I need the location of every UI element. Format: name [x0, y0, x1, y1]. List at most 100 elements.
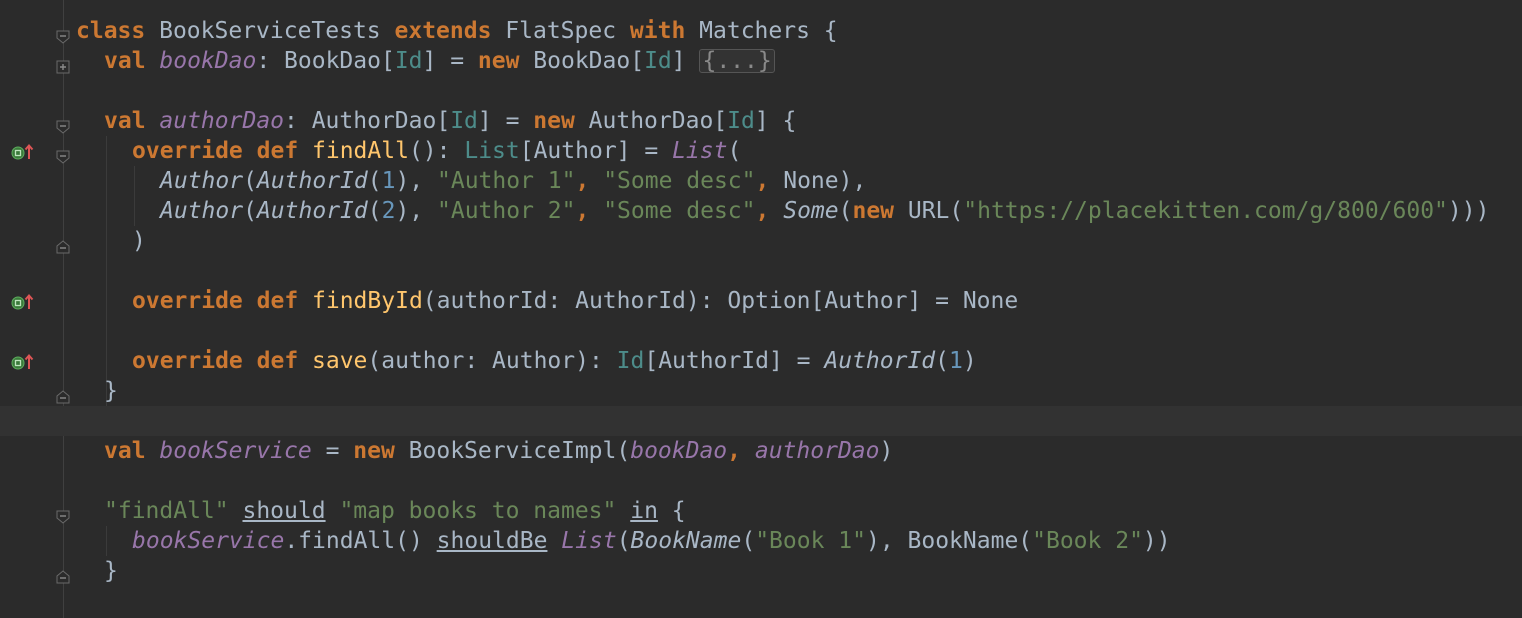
code-token: save: [312, 348, 368, 374]
code-token: val: [104, 438, 160, 464]
code-token: override def: [132, 138, 313, 164]
code-line[interactable]: override def findAll(): List[Author] = L…: [132, 136, 741, 166]
code-token: ),: [395, 198, 437, 224]
code-token: ))): [1447, 198, 1490, 224]
code-token: ] {: [754, 108, 797, 134]
code-token: "Author 2": [437, 198, 576, 224]
code-token: List: [672, 138, 728, 164]
code-token: ():: [408, 138, 465, 164]
code-token: ]: [671, 48, 700, 74]
fold-end-icon[interactable]: [56, 234, 70, 254]
code-token: findAll: [312, 138, 409, 164]
code-token: : BookDao[: [256, 48, 395, 74]
code-token: (: [243, 168, 257, 194]
fold-collapse-icon[interactable]: [56, 114, 70, 134]
code-token: (: [367, 198, 382, 224]
code-token: ): [879, 438, 894, 464]
code-token: ): [132, 228, 146, 254]
code-token: "Some desc": [603, 168, 756, 194]
code-line[interactable]: Author(AuthorId(1), "Author 1", "Some de…: [160, 166, 866, 196]
code-token: "https://placekitten.com/g/800/600": [963, 198, 1448, 224]
code-token: class: [76, 18, 160, 44]
code-line[interactable]: val bookDao: BookDao[Id] = new BookDao[I…: [104, 46, 775, 76]
code-line[interactable]: override def save(author: Author): Id[Au…: [132, 346, 977, 376]
code-token: Id: [616, 348, 645, 374]
code-token: (: [243, 198, 257, 224]
code-token: bookService: [132, 528, 285, 554]
code-token: AuthorDao[: [588, 108, 728, 134]
code-token: val: [104, 108, 160, 134]
code-token: 2: [381, 198, 396, 224]
indent-guide: [106, 526, 107, 556]
fold-guide-line: [63, 0, 64, 618]
code-line[interactable]: "findAll" should "map books to names" in…: [104, 496, 686, 526]
code-token: should: [242, 498, 326, 524]
code-token: 1: [949, 348, 963, 374]
fold-end-icon[interactable]: [56, 384, 70, 404]
code-token: {: [657, 498, 686, 524]
code-token: (authorId: AuthorId): Option[Author] = N…: [422, 288, 1019, 314]
indent-guide: [106, 136, 107, 406]
code-token: [AuthorId] =: [644, 348, 825, 374]
code-token: "Author 1": [437, 168, 576, 194]
fold-collapse-icon[interactable]: [56, 144, 70, 164]
code-line[interactable]: val bookService = new BookServiceImpl(bo…: [104, 436, 893, 466]
code-token: ,: [575, 168, 604, 194]
override-marker-icon[interactable]: [10, 292, 36, 314]
code-token: Id: [727, 108, 755, 134]
code-token: ,: [575, 198, 604, 224]
code-token: }: [104, 558, 118, 584]
fold-collapse-icon[interactable]: [56, 24, 70, 44]
code-line[interactable]: ): [132, 226, 146, 256]
code-line[interactable]: override def findById(authorId: AuthorId…: [132, 286, 1018, 316]
code-token: (: [367, 168, 382, 194]
code-token: authorDao: [159, 108, 285, 134]
code-token: Matchers {: [699, 18, 838, 44]
code-token: (: [741, 528, 756, 554]
code-token: ,: [755, 198, 784, 224]
code-token: (: [838, 198, 853, 224]
code-token: List: [464, 138, 520, 164]
code-line[interactable]: class BookServiceTests extends FlatSpec …: [76, 16, 838, 46]
code-token: BookDao[: [533, 48, 645, 74]
code-token: BookServiceImpl(: [408, 438, 631, 464]
code-token: ,: [727, 438, 755, 464]
code-token: new: [477, 48, 534, 74]
code-line[interactable]: bookService.findAll() shouldBe List(Book…: [132, 526, 1171, 556]
code-token: .findAll(): [284, 528, 437, 554]
code-token: val: [104, 48, 160, 74]
fold-collapse-icon[interactable]: [56, 504, 70, 524]
code-editor[interactable]: class BookServiceTests extends FlatSpec …: [76, 0, 1522, 618]
code-token: : AuthorDao[: [284, 108, 451, 134]
fold-expand-icon[interactable]: [56, 54, 70, 74]
indent-guide: [134, 166, 135, 226]
code-token: 1: [381, 168, 396, 194]
code-token: authorDao: [754, 438, 880, 464]
code-line[interactable]: val authorDao: AuthorDao[Id] = new Autho…: [104, 106, 796, 136]
code-token: "Book 1": [755, 528, 866, 554]
code-token: findById: [312, 288, 423, 314]
code-token: URL(: [907, 198, 964, 224]
code-token: [Author] =: [519, 138, 673, 164]
code-token: AuthorId: [256, 198, 368, 224]
code-line[interactable]: }: [104, 556, 118, 586]
code-token: in: [630, 498, 658, 524]
code-token: ): [962, 348, 977, 374]
code-token: BookName: [630, 528, 742, 554]
code-token: ] =: [477, 108, 534, 134]
override-marker-icon[interactable]: [10, 352, 36, 374]
code-token: (: [935, 348, 950, 374]
code-token: bookService: [159, 438, 312, 464]
code-token: new: [852, 198, 908, 224]
code-line[interactable]: Author(AuthorId(2), "Author 2", "Some de…: [160, 196, 1489, 226]
code-token: Author: [160, 168, 244, 194]
folded-code-button[interactable]: {...}: [699, 49, 775, 73]
code-line[interactable]: }: [104, 376, 118, 406]
code-token: new: [353, 438, 409, 464]
fold-end-icon[interactable]: [56, 564, 70, 584]
override-marker-icon[interactable]: [10, 142, 36, 164]
